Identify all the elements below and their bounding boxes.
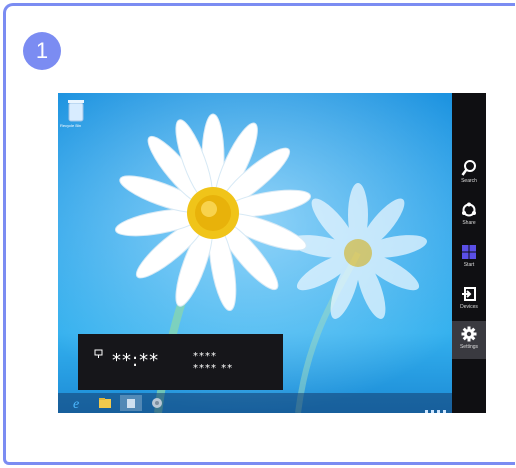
instruction-card: 1 Recycle Bin **:** **** **** ** e Searc… xyxy=(3,3,515,465)
share-icon xyxy=(462,202,476,217)
search-icon xyxy=(461,160,476,176)
taskbar: e xyxy=(58,393,452,413)
windows-8-screenshot: Recycle Bin **:** **** **** ** e Search … xyxy=(58,93,486,413)
windows-start-icon xyxy=(462,245,476,259)
charms-bar: Search Share Start Devices Settings xyxy=(452,93,486,413)
charm-search-label: Search xyxy=(461,178,477,184)
charm-start-label: Start xyxy=(463,262,475,268)
clock-date: **** ** xyxy=(193,363,234,374)
internet-explorer-icon[interactable]: e xyxy=(68,395,90,412)
svg-text:e: e xyxy=(73,397,79,411)
charm-share[interactable]: Share xyxy=(452,197,486,235)
clock-day: **** xyxy=(193,351,217,362)
devices-icon xyxy=(462,287,476,301)
recycle-bin-label: Recycle Bin xyxy=(60,123,82,128)
clock-overlay: **:** **** **** ** xyxy=(78,334,283,390)
media-icon[interactable] xyxy=(146,395,168,411)
charm-devices[interactable]: Devices xyxy=(452,281,486,319)
recycle-bin-icon[interactable] xyxy=(66,97,86,123)
gear-icon xyxy=(461,326,477,342)
network-icon xyxy=(94,349,103,358)
step-number-badge: 1 xyxy=(23,32,61,70)
charm-share-label: Share xyxy=(462,220,476,226)
charm-settings-label: Settings xyxy=(459,344,479,350)
system-tray[interactable] xyxy=(422,400,446,413)
charm-start[interactable]: Start xyxy=(452,239,486,277)
store-icon[interactable] xyxy=(120,395,142,411)
clock-time: **:** xyxy=(112,350,160,371)
file-explorer-icon[interactable] xyxy=(94,395,116,411)
charm-search[interactable]: Search xyxy=(452,155,486,193)
charm-devices-label: Devices xyxy=(460,304,478,310)
charm-settings[interactable]: Settings xyxy=(452,321,486,359)
